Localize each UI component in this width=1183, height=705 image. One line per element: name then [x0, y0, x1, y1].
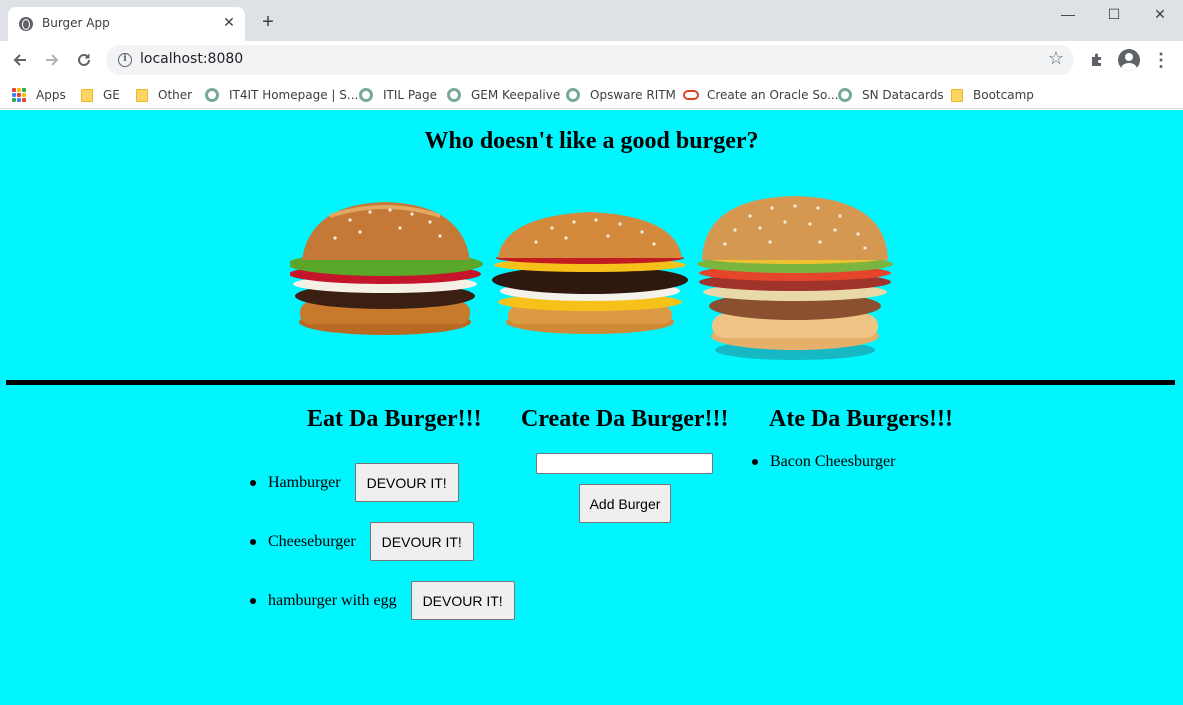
apps-grid-icon [12, 88, 26, 102]
eat-column-heading: Eat Da Burger!!! [307, 406, 482, 432]
reload-icon [78, 53, 90, 66]
profile-avatar-icon[interactable] [1118, 49, 1140, 71]
back-button[interactable] [7, 47, 33, 73]
bookmark-label: Opsware RITM [590, 88, 676, 102]
add-burger-button[interactable]: Add Burger [579, 484, 671, 523]
globe-icon [447, 88, 461, 102]
devour-button[interactable]: DEVOUR IT! [410, 581, 515, 620]
globe-icon [205, 88, 219, 102]
burger-name-input[interactable] [536, 453, 713, 474]
create-column-heading: Create Da Burger!!! [521, 406, 729, 432]
burger-app-page: Who doesn't like a good burger? Eat Da B… [0, 110, 1183, 705]
bookmark-label: SN Datacards [862, 88, 944, 102]
bullet [250, 597, 256, 604]
bookmark-itil[interactable]: ITIL Page [359, 84, 437, 106]
burger-list-item: Cheeseburger DEVOUR IT! [250, 522, 474, 561]
eaten-burger-item: Bacon Cheesburger [752, 453, 895, 471]
burger-image-deluxe [697, 196, 893, 360]
tab-strip: Burger App ✕ + — ☐ ✕ [0, 0, 1183, 41]
maximize-button[interactable]: ☐ [1091, 0, 1137, 30]
menu-kebab-icon[interactable]: ⋮ [1149, 48, 1173, 72]
minimize-button[interactable]: — [1045, 0, 1091, 30]
globe-icon [19, 17, 33, 31]
bookmark-sn-datacards[interactable]: SN Datacards [838, 84, 944, 106]
bookmark-ge[interactable]: GE [81, 84, 120, 106]
page-title: Who doesn't like a good burger? [424, 128, 759, 154]
close-window-button[interactable]: ✕ [1137, 0, 1183, 30]
bullet [250, 538, 256, 545]
site-info-icon[interactable]: i [118, 53, 132, 67]
bookmarks-bar: Apps GE Other IT4IT Homepage | S... ITIL… [0, 79, 1183, 109]
devour-button[interactable]: DEVOUR IT! [369, 522, 474, 561]
folder-icon [136, 88, 148, 102]
bookmark-label: GE [103, 88, 120, 102]
globe-icon [838, 88, 852, 102]
browser-tab[interactable]: Burger App ✕ [8, 7, 245, 41]
back-arrow-icon [13, 54, 26, 66]
bookmark-oracle[interactable]: Create an Oracle So... [683, 84, 839, 106]
bookmark-label: ITIL Page [383, 88, 437, 102]
bookmark-label: Other [158, 88, 193, 102]
folder-icon [951, 88, 963, 102]
forward-arrow-icon [46, 54, 59, 66]
burger-images [290, 196, 893, 360]
burger-list-item: hamburger with egg DEVOUR IT! [250, 581, 515, 620]
devour-button[interactable]: DEVOUR IT! [354, 463, 459, 502]
browser-toolbar: i localhost:8080 ☆ ⋮ [0, 41, 1183, 79]
globe-icon [566, 88, 580, 102]
section-divider [6, 380, 1175, 385]
bullet [250, 479, 256, 486]
close-tab-icon[interactable]: ✕ [221, 13, 237, 31]
url-text[interactable]: localhost:8080 [140, 51, 243, 67]
ate-column-heading: Ate Da Burgers!!! [769, 406, 953, 432]
bookmark-label: Apps [36, 88, 66, 102]
forward-button[interactable] [39, 47, 65, 73]
bookmark-label: Create an Oracle So... [707, 88, 839, 102]
burger-image-whopper [290, 202, 483, 335]
tab-title: Burger App [42, 16, 110, 30]
bookmark-label: Bootcamp [973, 88, 1034, 102]
bookmark-label: GEM Keepalive [471, 88, 561, 102]
new-tab-button[interactable]: + [256, 11, 280, 35]
address-bar[interactable]: i localhost:8080 ☆ [106, 45, 1074, 75]
bookmark-it4it[interactable]: IT4IT Homepage | S... [205, 84, 358, 106]
bookmark-bootcamp[interactable]: Bootcamp [951, 84, 1034, 106]
burger-list-item: Hamburger DEVOUR IT! [250, 463, 459, 502]
bookmark-other[interactable]: Other [136, 84, 192, 106]
burger-name: Cheeseburger [268, 532, 356, 550]
bookmark-opsware[interactable]: Opsware RITM [566, 84, 676, 106]
burger-image-cheeseburger [492, 212, 688, 334]
reload-button[interactable] [71, 47, 97, 73]
globe-icon [359, 88, 373, 102]
bookmark-apps[interactable]: Apps [12, 84, 66, 106]
bookmark-gem[interactable]: GEM Keepalive [447, 84, 560, 106]
extensions-icon[interactable] [1085, 48, 1109, 72]
eaten-burger-name: Bacon Cheesburger [770, 453, 896, 470]
burger-name: hamburger with egg [268, 591, 397, 609]
bullet [752, 459, 758, 465]
bookmark-star-icon[interactable]: ☆ [1048, 48, 1064, 69]
burger-name: Hamburger [268, 473, 341, 491]
folder-icon [81, 88, 93, 102]
oracle-icon [683, 90, 699, 100]
bookmark-label: IT4IT Homepage | S... [229, 88, 359, 102]
